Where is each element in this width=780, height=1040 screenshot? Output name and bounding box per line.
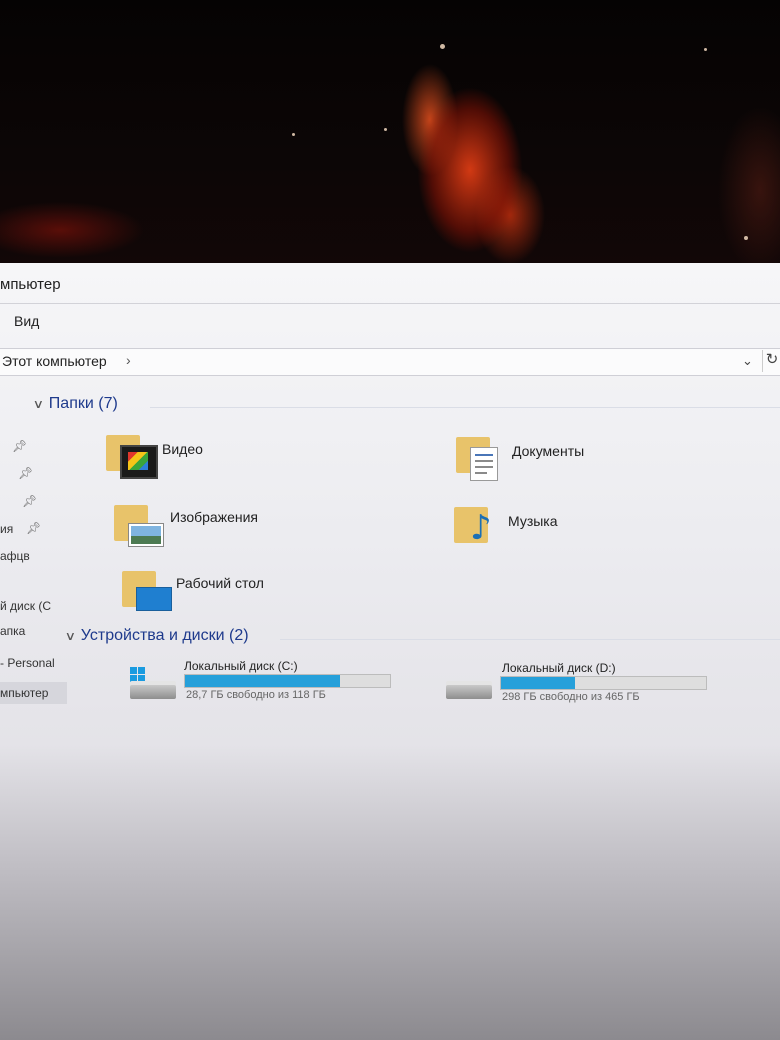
breadcrumb-this-pc[interactable]: Этот компьютер <box>2 353 107 369</box>
document-page-icon <box>470 447 498 481</box>
window-title: мпьютер <box>0 276 61 293</box>
folder-label: Видео <box>162 441 203 457</box>
desktop-wallpaper <box>0 0 780 268</box>
drive-usage-bar <box>500 676 707 690</box>
pin-icon[interactable]: 📌︎ <box>26 521 41 535</box>
drive-usage-bar <box>184 674 391 688</box>
ember-spark <box>384 128 387 131</box>
music-note-icon: ♪ <box>470 508 492 548</box>
folder-video[interactable]: Видео <box>106 433 286 483</box>
pin-icon[interactable]: 📌︎ <box>12 439 27 453</box>
pin-icon[interactable]: 📌︎ <box>22 494 37 508</box>
ribbon-divider <box>0 303 780 304</box>
drive-free-space: 28,7 ГБ свободно из 118 ГБ <box>186 689 326 701</box>
drive-d[interactable]: Локальный диск (D:) 298 ГБ свободно из 4… <box>444 659 714 709</box>
drive-c[interactable]: Локальный диск (C:) 28,7 ГБ свободно из … <box>128 657 398 707</box>
film-strip-icon <box>120 445 158 479</box>
drive-free-space: 298 ГБ свободно из 465 ГБ <box>502 691 640 703</box>
folder-desktop[interactable]: Рабочий стол <box>122 569 312 619</box>
folder-label: Музыка <box>508 513 558 529</box>
address-bar[interactable]: Этот компьютер › ⌄ ↻ <box>0 348 780 376</box>
sidebar-item[interactable]: апка <box>0 624 25 638</box>
ember-spark <box>292 133 295 136</box>
ember-spark <box>704 48 707 51</box>
ember-spark <box>440 44 445 49</box>
folders-section-header[interactable]: ∨ Папки (7) <box>33 395 118 413</box>
sidebar-item-this-pc[interactable]: мпьютер <box>0 686 48 700</box>
drive-name: Локальный диск (D:) <box>502 661 616 675</box>
desktop-screen-icon <box>136 587 172 611</box>
section-divider <box>280 639 780 640</box>
picture-frame-icon <box>128 523 164 547</box>
devices-section-header[interactable]: ∨ Устройства и диски (2) <box>65 627 249 645</box>
refresh-icon[interactable]: ↻ <box>762 350 780 372</box>
drive-usage-fill <box>185 675 341 687</box>
sidebar-item[interactable]: ия <box>0 522 13 536</box>
explorer-window: мпьютер Вид Этот компьютер › ⌄ ↻ 📌︎ 📌︎ 📌… <box>0 263 780 1040</box>
ember-spark <box>744 236 748 240</box>
folder-pictures[interactable]: Изображения <box>114 503 304 553</box>
sidebar-item[interactable]: - Personal <box>0 656 55 670</box>
view-menu-tab[interactable]: Вид <box>14 313 39 329</box>
folders-section-title: Папки (7) <box>48 395 118 412</box>
chevron-down-icon[interactable]: ∨ <box>65 629 76 643</box>
drive-usage-fill <box>501 677 575 689</box>
sidebar-item[interactable]: афцв <box>0 549 30 563</box>
sidebar-item[interactable]: й диск (C <box>0 599 51 613</box>
section-divider <box>150 407 780 408</box>
chevron-down-icon[interactable]: ∨ <box>33 397 44 411</box>
breadcrumb-chevron-icon[interactable]: › <box>126 352 131 368</box>
folder-label: Изображения <box>170 509 258 525</box>
folder-label: Документы <box>512 443 585 459</box>
pin-icon[interactable]: 📌︎ <box>18 466 33 480</box>
address-dropdown-icon[interactable]: ⌄ <box>742 353 753 369</box>
folder-music[interactable]: ♪ Музыка <box>454 505 634 555</box>
devices-section-title: Устройства и диски (2) <box>80 627 249 644</box>
folder-label: Рабочий стол <box>176 575 264 591</box>
folder-documents[interactable]: Документы <box>456 435 636 485</box>
drive-name: Локальный диск (C:) <box>184 659 298 673</box>
